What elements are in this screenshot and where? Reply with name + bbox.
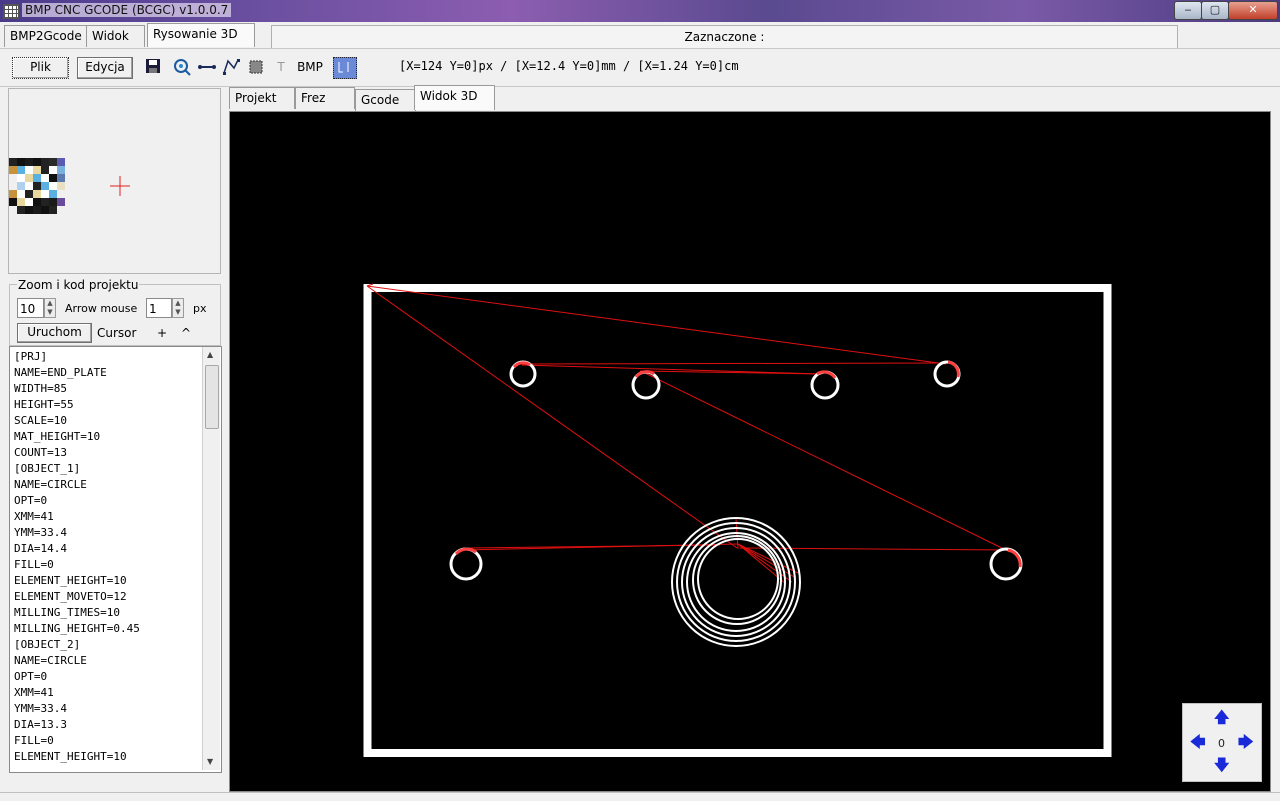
hole — [810, 370, 840, 400]
code-line: YMM=33.4 — [14, 702, 67, 715]
caret-button[interactable]: ^ — [181, 326, 191, 340]
tab-bmp2gcode[interactable]: BMP2Gcode — [4, 25, 90, 47]
code-line: ELEMENT_MOVETO=12 — [14, 590, 127, 603]
code-line: YMM=33.4 — [14, 526, 67, 539]
code-line: HEIGHT=55 — [14, 398, 74, 411]
code-line: MAT_HEIGHT=10 — [14, 430, 101, 443]
tab-rysowanie-3d[interactable]: Rysowanie 3D — [147, 23, 255, 47]
code-line: [OBJECT_1] — [14, 462, 81, 475]
tab-widok[interactable]: Widok — [86, 25, 145, 47]
save-icon[interactable] — [144, 58, 162, 76]
code-line: NAME=END_PLATE — [14, 366, 107, 379]
arrow-step-spinner[interactable]: ▲ ▼ — [172, 298, 184, 318]
toolpath-drawing — [363, 283, 1112, 757]
code-line: [OBJECT_2] — [14, 638, 81, 651]
code-line: MILLING_HEIGHT=0.45 — [14, 622, 140, 635]
tab-projekt[interactable]: Projekt — [229, 87, 295, 109]
code-line: FILL=0 — [14, 734, 54, 747]
text-tool-icon[interactable]: T — [272, 58, 290, 76]
code-line: DIA=13.3 — [14, 718, 67, 731]
scroll-up-icon[interactable]: ▲ — [207, 350, 213, 359]
code-line: SCALE=10 — [14, 414, 67, 427]
bitmap-thumbnail — [9, 158, 73, 222]
code-line: XMM=41 — [14, 510, 54, 523]
rotation-value: 0 — [1218, 737, 1225, 750]
code-line: COUNT=13 — [14, 446, 67, 459]
code-line: OPT=0 — [14, 670, 48, 683]
zoom-spinner[interactable]: ▲ ▼ — [44, 298, 56, 318]
pan-up-icon[interactable]: 🡅 — [1214, 710, 1229, 725]
polyline-tool-icon[interactable] — [222, 58, 240, 76]
view-navigation-pad: 🡅 🡄 0 🡆 🡇 — [1182, 703, 1262, 782]
edycja-button[interactable]: Edycja — [77, 57, 133, 79]
pan-right-icon[interactable]: 🡆 — [1238, 735, 1254, 750]
app-icon — [3, 4, 19, 19]
window-title: BMP CNC GCODE (BCGC) v1.0.0.7 — [22, 3, 232, 17]
unit-label: px — [193, 302, 207, 315]
code-line: NAME=CIRCLE — [14, 478, 87, 491]
large-hole-passes — [671, 517, 801, 647]
close-button[interactable]: ✕ — [1228, 1, 1278, 20]
scroll-down-icon[interactable]: ▼ — [207, 757, 213, 766]
code-line: MILLING_TIMES=10 — [14, 606, 120, 619]
pan-down-icon[interactable]: 🡇 — [1214, 758, 1229, 773]
tab-gcode[interactable]: Gcode — [355, 89, 416, 111]
code-line: ELEMENT_HEIGHT=10 — [14, 574, 127, 587]
line-tool-icon[interactable] — [198, 58, 216, 76]
cursor-label: Cursor — [97, 326, 137, 340]
arrow-mouse-label: Arrow mouse — [65, 302, 138, 315]
arrow-step-input[interactable]: 1 — [146, 298, 172, 318]
title-bar: BMP CNC GCODE (BCGC) v1.0.0.7 ‒ ▢ ✕ — [0, 0, 1280, 22]
cursor-coordinates: [X=124 Y=0]px / [X=12.4 Y=0]mm / [X=1.24… — [399, 59, 739, 73]
code-line: DIA=14.4 — [14, 542, 67, 555]
bmp-tool-button[interactable]: BMP — [296, 58, 324, 76]
hole — [989, 547, 1023, 581]
code-line: WIDTH=85 — [14, 382, 67, 395]
selection-status: Zaznaczone : — [271, 25, 1178, 49]
crosshair-icon — [110, 176, 130, 196]
zoom-group-legend: Zoom i kod projektu — [17, 278, 140, 292]
plate-outline — [363, 284, 1112, 757]
run-button[interactable]: Uruchom — [17, 323, 92, 343]
small-holes — [449, 360, 1023, 581]
project-code-editor[interactable]: [PRJ] NAME=END_PLATE WIDTH=85 HEIGHT=55 SCAL… — [9, 346, 222, 773]
plik-button[interactable]: Plik — [12, 57, 69, 79]
maximize-button[interactable]: ▢ — [1201, 1, 1229, 20]
scroll-thumb[interactable] — [205, 365, 219, 429]
code-line: FILL=0 — [14, 558, 54, 571]
zoom-input[interactable]: 10 — [17, 298, 44, 318]
hole — [631, 370, 661, 400]
code-line: ELEMENT_HEIGHT=10 — [14, 750, 127, 763]
zoom-plus-button[interactable]: + — [157, 326, 167, 340]
pan-left-icon[interactable]: 🡄 — [1190, 735, 1206, 750]
code-line: [PRJ] — [14, 350, 48, 363]
code-lines: [PRJ] NAME=END_PLATE WIDTH=85 HEIGHT=55 SCAL… — [14, 349, 140, 765]
hole — [509, 360, 537, 388]
view-3d-canvas[interactable] — [229, 111, 1271, 792]
minimize-button[interactable]: ‒ — [1174, 1, 1202, 20]
bitmap-preview — [8, 88, 221, 274]
code-line: NAME=CIRCLE — [14, 654, 87, 667]
grid-toggle-icon[interactable] — [333, 57, 357, 79]
hole — [449, 547, 483, 581]
tab-widok-3d[interactable]: Widok 3D — [414, 85, 495, 110]
tab-frez[interactable]: Frez — [295, 87, 355, 109]
code-scrollbar[interactable]: ▲ ▼ — [202, 347, 220, 770]
circle-tool-icon[interactable] — [173, 58, 191, 76]
hole — [933, 360, 961, 388]
code-line: XMM=41 — [14, 686, 54, 699]
rectangle-tool-icon[interactable] — [247, 58, 265, 76]
code-line: OPT=0 — [14, 494, 48, 507]
